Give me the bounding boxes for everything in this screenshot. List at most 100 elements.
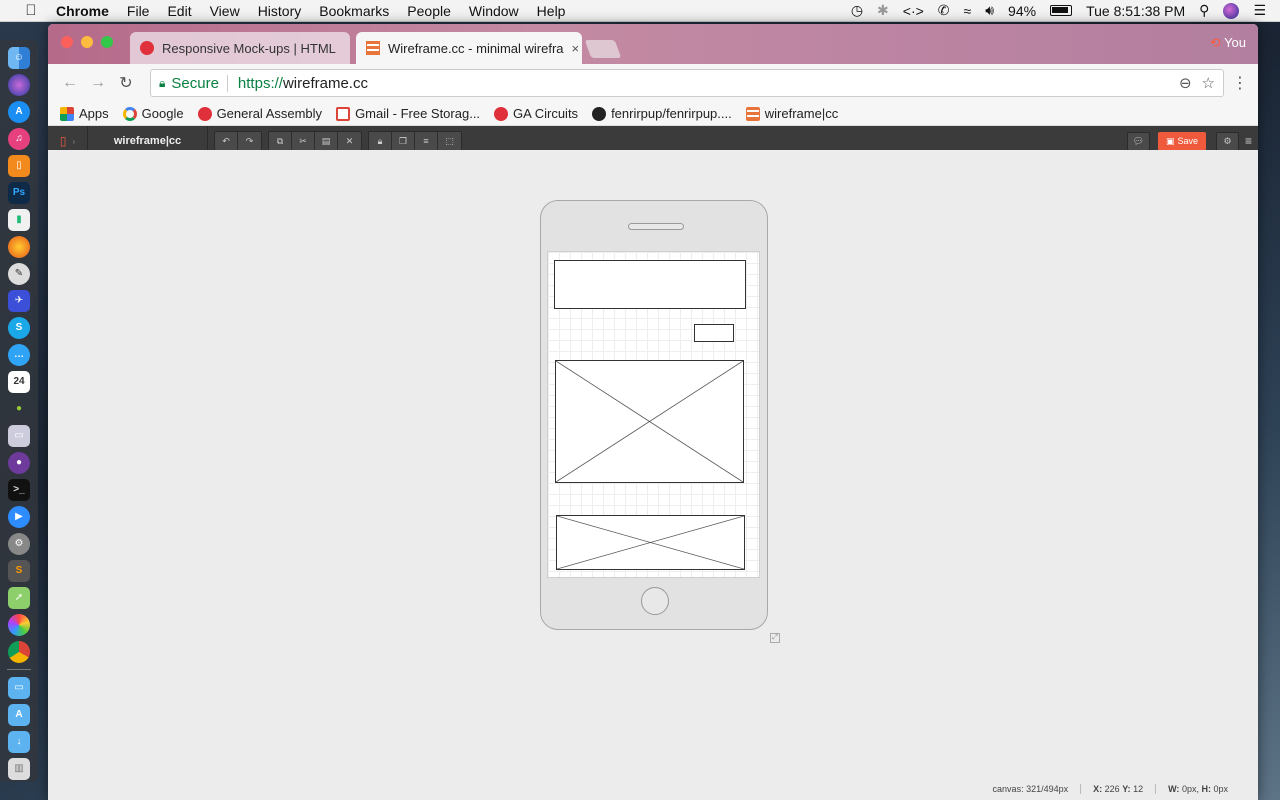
bluetooth-icon[interactable]: ✱ (877, 2, 889, 19)
chrome-icon[interactable] (8, 640, 30, 663)
lock-element-icon[interactable]: 🔒︎ (369, 131, 392, 151)
applications-folder-icon[interactable]: A (8, 703, 30, 726)
cut-icon[interactable]: ✂ (292, 131, 315, 151)
battery-percentage[interactable]: 94% (1008, 3, 1036, 19)
folder-icon[interactable]: ▭ (8, 676, 30, 699)
apple-menu-icon[interactable]:  (20, 2, 42, 19)
chart-app-icon[interactable]: ▮ (8, 208, 30, 231)
bookmark-wireframe[interactable]: wireframe|cc (745, 106, 838, 121)
calendar-icon[interactable]: 24 (8, 370, 30, 393)
menu-bookmarks[interactable]: Bookmarks (319, 3, 389, 19)
close-tab-icon[interactable]: × (564, 41, 580, 56)
wireframe-button-box[interactable] (694, 324, 734, 342)
settings-gear-icon[interactable]: ⚙ (1215, 131, 1239, 151)
sublime-icon[interactable]: S (8, 559, 30, 582)
menu-window[interactable]: Window (469, 3, 519, 19)
resize-handle-icon[interactable]: ⤢ (770, 633, 780, 643)
bring-to-front-icon[interactable]: ❐ (392, 131, 415, 151)
wireframe-image-placeholder[interactable] (555, 360, 744, 483)
cursor-position-readout: X: 226 Y: 12 (1080, 784, 1155, 794)
trash-icon[interactable]: ▥ (8, 757, 30, 780)
terminal-icon[interactable]: >_ (8, 478, 30, 501)
app-store-icon[interactable]: A (8, 100, 30, 123)
select-area-icon[interactable]: ⬚ (438, 131, 461, 151)
bookmark-general-assembly[interactable]: General Assembly (197, 106, 322, 121)
notification-center-icon[interactable]: ☰ (1253, 2, 1266, 19)
tab-wireframe-cc[interactable]: Wireframe.cc - minimal wirefra × (356, 32, 582, 64)
photos-icon[interactable] (8, 613, 30, 636)
skype-icon[interactable]: S (8, 316, 30, 339)
redo-icon[interactable]: ↷ (238, 131, 261, 151)
save-button[interactable]: ▣ Save (1157, 131, 1206, 151)
bookmark-apps[interactable]: Apps (60, 106, 109, 121)
bookmark-google[interactable]: Google (122, 106, 184, 121)
zoom-icon[interactable]: ▶ (8, 505, 30, 528)
reload-icon[interactable]: ↻ (114, 73, 138, 93)
clock[interactable]: Tue 8:51:38 PM (1086, 3, 1185, 19)
phone-icon[interactable]: ✆ (938, 2, 950, 19)
bird-app-icon[interactable]: ✈ (8, 289, 30, 312)
pen-app-icon[interactable]: ✎ (8, 262, 30, 285)
tab-responsive-mockups[interactable]: Responsive Mock-ups | HTML (130, 32, 350, 64)
undo-icon[interactable]: ↶ (215, 131, 238, 151)
preview-icon[interactable]: ▭ (8, 424, 30, 447)
paste-icon[interactable]: ▤ (315, 131, 338, 151)
align-icon[interactable]: ≡ (415, 131, 438, 151)
wireframe-header-box[interactable] (554, 260, 746, 309)
wireframe-screen[interactable] (547, 251, 760, 578)
code-icon[interactable]: <·> (903, 3, 924, 19)
new-tab-button[interactable] (584, 40, 622, 58)
close-window-button[interactable] (61, 36, 73, 48)
duplicate-icon[interactable]: ⧉ (269, 131, 292, 151)
zoom-window-button[interactable] (101, 36, 113, 48)
android-icon[interactable]: ● (8, 398, 30, 420)
system-preferences-icon[interactable]: ⚙ (8, 532, 30, 555)
bookmark-ga-circuits[interactable]: GA Circuits (494, 106, 578, 121)
finder-icon[interactable]: ☺ (8, 46, 30, 69)
address-bar[interactable]: 🔒︎ Secure https:// wireframe.cc ⊖ ☆ (150, 69, 1224, 97)
menu-history[interactable]: History (258, 3, 302, 19)
mobile-device-icon: ▯ (59, 134, 67, 148)
bookmarks-bar: Apps Google General Assembly Gmail - Fre… (48, 102, 1258, 126)
menu-people[interactable]: People (407, 3, 451, 19)
spotlight-search-icon[interactable]: ⚲ (1199, 2, 1209, 19)
canvas-status-bar: canvas: 321/494px X: 226 Y: 12 W: 0px, H… (981, 784, 1240, 794)
maps-icon[interactable]: ➚ (8, 586, 30, 609)
wifi-icon[interactable]: ≈ (964, 3, 972, 19)
menu-file[interactable]: File (127, 3, 150, 19)
hamburger-menu-icon[interactable]: ≡ (1245, 134, 1252, 148)
bookmark-label: GA Circuits (513, 106, 579, 121)
messages-icon[interactable]: … (8, 343, 30, 366)
siri-icon[interactable] (1223, 2, 1240, 19)
photoshop-icon[interactable]: Ps (8, 181, 30, 204)
back-arrow-icon[interactable]: ← (58, 74, 82, 92)
firefox-icon[interactable] (8, 235, 30, 258)
chrome-menu-icon[interactable]: ⋮ (1232, 73, 1248, 93)
general-assembly-icon (494, 106, 509, 121)
siri-dock-icon[interactable] (8, 73, 30, 96)
battery-icon[interactable] (1050, 5, 1073, 16)
github-icon[interactable]: ● (8, 451, 30, 474)
save-label: Save (1177, 136, 1198, 146)
bookmark-star-icon[interactable]: ☆ (1202, 74, 1215, 92)
canvas-area[interactable]: ⤢ canvas: 321/494px X: 226 Y: 12 W: 0px,… (48, 150, 1258, 800)
minimize-window-button[interactable] (81, 36, 93, 48)
bookmark-label: Gmail - Free Storag... (355, 106, 481, 121)
menu-view[interactable]: View (210, 3, 240, 19)
menu-help[interactable]: Help (537, 3, 566, 19)
wireframe-image-placeholder[interactable] (556, 515, 745, 570)
comment-icon[interactable]: 💬︎ (1126, 131, 1150, 151)
downloads-folder-icon[interactable]: ↓ (8, 730, 30, 753)
forward-arrow-icon[interactable]: → (86, 74, 110, 92)
zoom-icon[interactable]: ⊖ (1179, 74, 1192, 92)
delete-icon[interactable]: ✕ (338, 131, 361, 151)
volume-icon[interactable]: 🔊︎ (985, 2, 994, 19)
profile-button[interactable]: ⟲ You (1210, 35, 1246, 51)
bookmark-gmail[interactable]: Gmail - Free Storag... (336, 106, 480, 121)
menu-edit[interactable]: Edit (167, 3, 191, 19)
itunes-icon[interactable]: ♫ (8, 127, 30, 150)
time-machine-icon[interactable]: ◷ (851, 2, 863, 19)
ibooks-icon[interactable]: ▯ (8, 154, 30, 177)
menu-app-name[interactable]: Chrome (56, 3, 109, 19)
bookmark-github[interactable]: fenrirpup/fenrirpup.... (592, 106, 732, 121)
